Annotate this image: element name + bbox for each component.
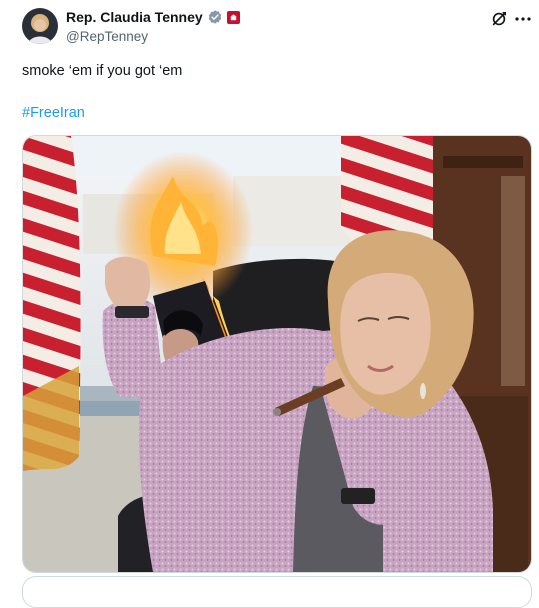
hashtag-link[interactable]: #FreeIran [22,105,85,121]
tweet: Rep. Claudia Tenney @RepTenney smoke ‘em… [0,0,539,608]
next-post-card[interactable] [22,576,532,608]
author-name-row: Rep. Claudia Tenney [66,9,240,25]
post-photo[interactable] [22,135,532,573]
verified-badge-icon [207,9,223,25]
author-display-name[interactable]: Rep. Claudia Tenney [66,9,203,25]
author-handle[interactable]: @RepTenney [66,29,148,44]
avatar[interactable] [22,8,58,44]
more-horizontal-icon[interactable] [514,10,532,28]
grok-icon[interactable] [490,10,508,28]
government-badge-icon [226,10,240,24]
post-text: smoke ‘em if you got ‘em [22,63,183,79]
